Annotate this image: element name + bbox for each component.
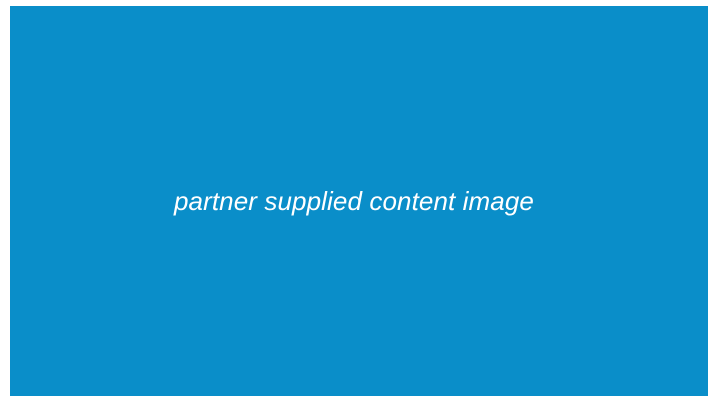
placeholder-caption: partner supplied content image xyxy=(173,185,534,216)
content-image-placeholder: partner supplied content image xyxy=(10,6,708,396)
